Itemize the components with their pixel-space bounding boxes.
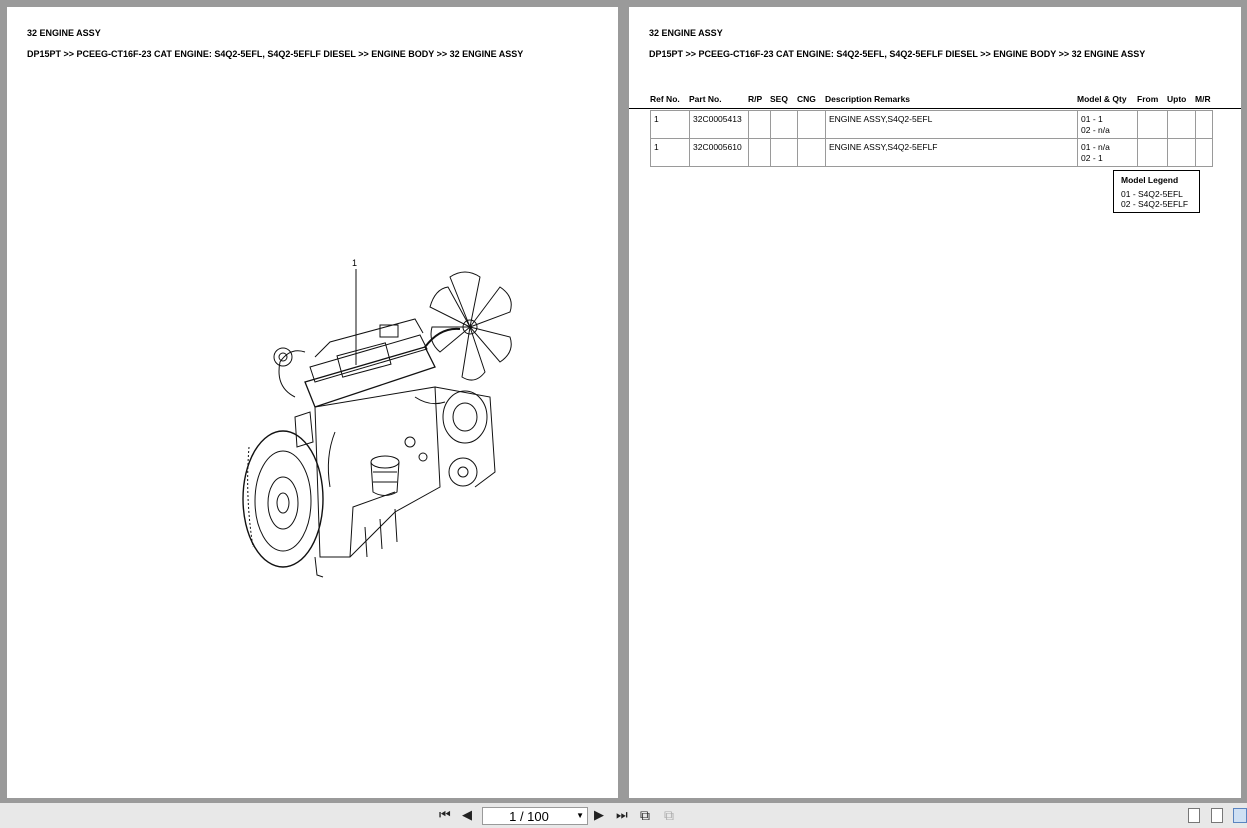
col-header-from: From — [1137, 94, 1159, 104]
table-row[interactable]: 1 32C0005413 ENGINE ASSY,S4Q2-5EFL 01 - … — [650, 110, 1213, 139]
page-title: 32 ENGINE ASSY — [649, 28, 723, 38]
table-row[interactable]: 1 32C0005610 ENGINE ASSY,S4Q2-5EFLF 01 -… — [650, 138, 1213, 167]
cell-ref: 1 — [650, 110, 690, 139]
engine-assembly-drawing — [242, 269, 512, 578]
cell-part-no: 32C0005610 — [689, 138, 749, 167]
go-forward-view-icon[interactable]: ⧉ — [664, 808, 674, 822]
breadcrumb: DP15PT >> PCEEG-CT16F-23 CAT ENGINE: S4Q… — [649, 49, 1146, 59]
header-rule — [629, 108, 1241, 109]
breadcrumb: DP15PT >> PCEEG-CT16F-23 CAT ENGINE: S4Q… — [27, 49, 524, 59]
model-qty-line: 01 - n/a — [1081, 142, 1110, 152]
col-header-model: Model & Qty — [1077, 94, 1127, 104]
two-page-view-icon[interactable] — [1233, 808, 1247, 823]
next-page-icon[interactable]: ▶ — [594, 808, 604, 822]
continuous-view-icon[interactable] — [1211, 808, 1223, 823]
parts-table: 1 32C0005413 ENGINE ASSY,S4Q2-5EFL 01 - … — [650, 110, 1213, 167]
cell-seq — [770, 138, 798, 167]
first-page-icon[interactable]: ⏮ — [439, 808, 451, 822]
cell-from — [1137, 110, 1168, 139]
prev-page-icon[interactable]: ◀ — [462, 808, 472, 822]
col-header-seq: SEQ — [770, 94, 788, 104]
chevron-down-icon: ▼ — [576, 811, 584, 820]
col-header-cng: CNG — [797, 94, 816, 104]
single-page-view-icon[interactable] — [1188, 808, 1200, 823]
legend-item: 02 - S4Q2-5EFLF — [1121, 199, 1189, 209]
cell-cng — [797, 110, 826, 139]
page-indicator: 1 / 100 — [509, 809, 549, 824]
cell-cng — [797, 138, 826, 167]
page-title: 32 ENGINE ASSY — [27, 28, 101, 38]
cell-rp — [748, 138, 771, 167]
viewer-toolbar: ⏮ ◀ 1 / 100 ▼ ▶ ⏭ ⧉ ⧉ — [0, 803, 1247, 828]
col-header-mr: M/R — [1195, 94, 1211, 104]
model-qty-line: 01 - 1 — [1081, 114, 1103, 124]
cell-upto — [1167, 138, 1196, 167]
col-header-upto: Upto — [1167, 94, 1187, 104]
model-qty-line: 02 - 1 — [1081, 152, 1103, 163]
last-page-icon[interactable]: ⏭ — [616, 808, 628, 822]
model-qty-line: 02 - n/a — [1081, 124, 1110, 135]
page-number-select[interactable]: 1 / 100 ▼ — [482, 807, 588, 825]
col-header-desc: Description Remarks — [825, 94, 911, 104]
cell-part-no: 32C0005413 — [689, 110, 749, 139]
cell-seq — [770, 110, 798, 139]
col-header-ref: Ref No. — [650, 94, 680, 104]
go-back-view-icon[interactable]: ⧉ — [640, 808, 650, 822]
col-header-part: Part No. — [689, 94, 722, 104]
right-page: 32 ENGINE ASSY DP15PT >> PCEEG-CT16F-23 … — [629, 7, 1241, 798]
model-legend: Model Legend 01 - S4Q2-5EFL 02 - S4Q2-5E… — [1113, 170, 1200, 213]
cell-model-qty: 01 - n/a 02 - 1 — [1077, 138, 1138, 167]
left-page: 32 ENGINE ASSY DP15PT >> PCEEG-CT16F-23 … — [7, 7, 618, 798]
cell-description: ENGINE ASSY,S4Q2-5EFL — [825, 110, 1078, 139]
cell-description: ENGINE ASSY,S4Q2-5EFLF — [825, 138, 1078, 167]
cell-rp — [748, 110, 771, 139]
cell-from — [1137, 138, 1168, 167]
col-header-rp: R/P — [748, 94, 763, 104]
cell-mr — [1195, 110, 1213, 139]
cell-mr — [1195, 138, 1213, 167]
legend-item: 01 - S4Q2-5EFL — [1121, 189, 1183, 199]
cell-upto — [1167, 110, 1196, 139]
cell-ref: 1 — [650, 138, 690, 167]
cell-model-qty: 01 - 1 02 - n/a — [1077, 110, 1138, 139]
legend-title: Model Legend — [1121, 175, 1179, 185]
